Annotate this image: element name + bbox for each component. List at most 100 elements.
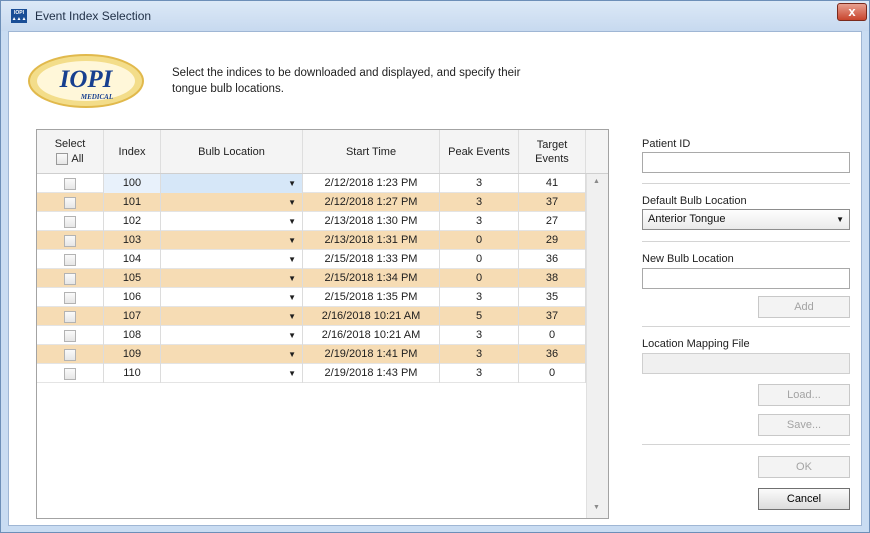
- row-select-checkbox[interactable]: [64, 177, 76, 190]
- instruction-line-2: tongue bulb locations.: [172, 83, 284, 95]
- logo-text: IOPI: [59, 66, 114, 93]
- table-row[interactable]: 101 ▼ 2/12/2018 1:27 PM 3 37: [37, 193, 586, 212]
- chevron-down-icon: ▼: [288, 179, 296, 188]
- row-select-checkbox[interactable]: [64, 272, 76, 285]
- chevron-down-icon: ▼: [288, 236, 296, 245]
- start-time-cell: 2/19/2018 1:43 PM: [303, 364, 440, 383]
- cancel-button[interactable]: Cancel: [758, 488, 850, 510]
- row-select-cell: [37, 212, 104, 231]
- table-row[interactable]: 110 ▼ 2/19/2018 1:43 PM 3 0: [37, 364, 586, 383]
- index-cell: 109: [104, 345, 161, 364]
- default-bulb-location-dropdown[interactable]: Anterior Tongue ▼: [642, 209, 850, 230]
- table-row[interactable]: 107 ▼ 2/16/2018 10:21 AM 5 37: [37, 307, 586, 326]
- target-events-cell: 29: [519, 231, 586, 250]
- separator: [642, 326, 850, 327]
- load-button[interactable]: Load...: [758, 384, 850, 406]
- ok-button[interactable]: OK: [758, 456, 850, 478]
- row-select-cell: [37, 231, 104, 250]
- column-header-select: Select All: [37, 130, 104, 173]
- target-events-cell: 36: [519, 250, 586, 269]
- scroll-down-icon[interactable]: ▼: [593, 504, 600, 511]
- row-select-checkbox[interactable]: [64, 348, 76, 361]
- chevron-down-icon: ▼: [288, 331, 296, 340]
- bulb-location-dropdown[interactable]: ▼: [161, 269, 303, 288]
- table-row[interactable]: 102 ▼ 2/13/2018 1:30 PM 3 27: [37, 212, 586, 231]
- title-bar[interactable]: IOPI ▲▲▲ Event Index Selection x: [1, 1, 869, 31]
- row-select-cell: [37, 307, 104, 326]
- table-row[interactable]: 103 ▼ 2/13/2018 1:31 PM 0 29: [37, 231, 586, 250]
- index-cell: 102: [104, 212, 161, 231]
- table-row[interactable]: 100 ▼ 2/12/2018 1:23 PM 3 41: [37, 174, 586, 193]
- row-select-cell: [37, 174, 104, 193]
- logo-subtext: MEDICAL: [80, 93, 113, 101]
- table-row[interactable]: 106 ▼ 2/15/2018 1:35 PM 3 35: [37, 288, 586, 307]
- bulb-location-dropdown[interactable]: ▼: [161, 364, 303, 383]
- bulb-location-dropdown[interactable]: ▼: [161, 326, 303, 345]
- app-icon: IOPI ▲▲▲: [11, 9, 27, 23]
- column-header-start-time[interactable]: Start Time: [303, 130, 440, 173]
- table-header: Select All Index Bulb Location Start Tim…: [37, 130, 608, 174]
- bulb-location-dropdown[interactable]: ▼: [161, 231, 303, 250]
- dialog-content: IOPI MEDICAL Select the indices to be do…: [8, 31, 862, 526]
- add-button[interactable]: Add: [758, 296, 850, 318]
- location-mapping-file-input[interactable]: [642, 353, 850, 374]
- new-bulb-location-input[interactable]: [642, 268, 850, 289]
- chevron-down-icon: ▼: [288, 198, 296, 207]
- bulb-location-dropdown[interactable]: ▼: [161, 250, 303, 269]
- chevron-down-icon: ▼: [288, 369, 296, 378]
- bulb-location-dropdown[interactable]: ▼: [161, 307, 303, 326]
- table-row[interactable]: 105 ▼ 2/15/2018 1:34 PM 0 38: [37, 269, 586, 288]
- save-button[interactable]: Save...: [758, 414, 850, 436]
- row-select-checkbox[interactable]: [64, 234, 76, 247]
- row-select-checkbox[interactable]: [64, 291, 76, 304]
- scroll-up-icon[interactable]: ▲: [593, 178, 600, 185]
- target-events-cell: 27: [519, 212, 586, 231]
- table-row[interactable]: 108 ▼ 2/16/2018 10:21 AM 3 0: [37, 326, 586, 345]
- bulb-location-dropdown[interactable]: ▼: [161, 193, 303, 212]
- bulb-location-dropdown[interactable]: ▼: [161, 288, 303, 307]
- patient-id-input[interactable]: [642, 152, 850, 173]
- column-header-bulb-location[interactable]: Bulb Location: [161, 130, 303, 173]
- location-mapping-file-label: Location Mapping File: [642, 338, 750, 350]
- select-all-control[interactable]: All: [56, 152, 84, 166]
- row-select-cell: [37, 250, 104, 269]
- peak-events-cell: 3: [440, 193, 519, 212]
- row-select-checkbox[interactable]: [64, 329, 76, 342]
- close-button[interactable]: x: [837, 3, 867, 21]
- peak-events-cell: 0: [440, 250, 519, 269]
- select-header-label: Select: [54, 138, 86, 150]
- row-select-checkbox[interactable]: [64, 215, 76, 228]
- index-cell: 107: [104, 307, 161, 326]
- bulb-location-dropdown[interactable]: ▼: [161, 345, 303, 364]
- chevron-down-icon: ▼: [836, 215, 844, 224]
- target-events-cell: 0: [519, 326, 586, 345]
- row-select-checkbox[interactable]: [64, 253, 76, 266]
- select-all-checkbox[interactable]: [56, 153, 69, 165]
- index-cell: 104: [104, 250, 161, 269]
- table-row[interactable]: 109 ▼ 2/19/2018 1:41 PM 3 36: [37, 345, 586, 364]
- peak-events-cell: 0: [440, 231, 519, 250]
- default-bulb-location-value: Anterior Tongue: [648, 213, 726, 225]
- target-events-cell: 37: [519, 193, 586, 212]
- instruction-line-1: Select the indices to be downloaded and …: [172, 67, 521, 79]
- column-header-peak-events[interactable]: Peak Events: [440, 130, 519, 173]
- bulb-location-dropdown[interactable]: ▼: [161, 212, 303, 231]
- column-header-target-events[interactable]: Target Events: [519, 130, 586, 173]
- target-events-cell: 37: [519, 307, 586, 326]
- start-time-cell: 2/15/2018 1:33 PM: [303, 250, 440, 269]
- row-select-checkbox[interactable]: [64, 196, 76, 209]
- table-body: 100 ▼ 2/12/2018 1:23 PM 3 41 101 ▼ 2/12/2018 1:…: [37, 174, 586, 383]
- select-all-label: All: [71, 153, 84, 165]
- table-row[interactable]: 104 ▼ 2/15/2018 1:33 PM 0 36: [37, 250, 586, 269]
- table-vertical-scrollbar[interactable]: ▲ ▼: [586, 174, 608, 518]
- peak-events-cell: 5: [440, 307, 519, 326]
- row-select-checkbox[interactable]: [64, 367, 76, 380]
- separator: [642, 241, 850, 242]
- row-select-checkbox[interactable]: [64, 310, 76, 323]
- index-cell: 110: [104, 364, 161, 383]
- separator: [642, 183, 850, 184]
- index-cell: 105: [104, 269, 161, 288]
- bulb-location-dropdown[interactable]: ▼: [161, 174, 303, 193]
- column-header-index[interactable]: Index: [104, 130, 161, 173]
- row-select-cell: [37, 326, 104, 345]
